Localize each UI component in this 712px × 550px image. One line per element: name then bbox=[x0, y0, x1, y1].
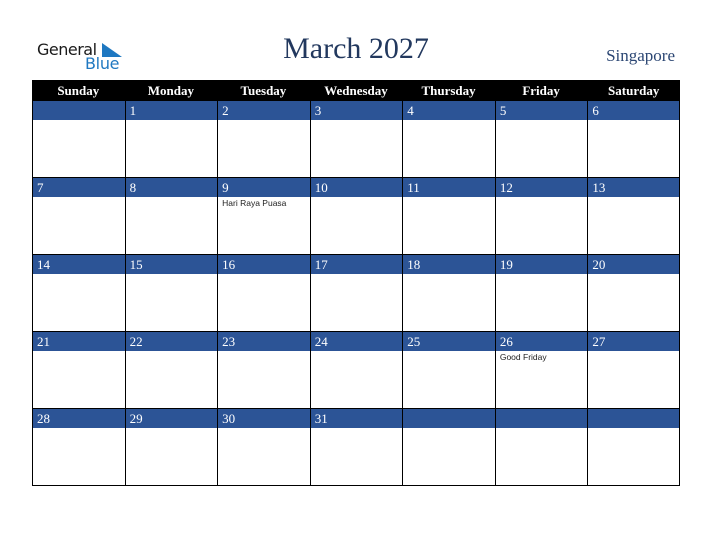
day-cell[interactable] bbox=[587, 409, 680, 486]
weekday-friday: Friday bbox=[522, 83, 560, 98]
day-number bbox=[403, 409, 495, 428]
day-cell[interactable]: 27 bbox=[587, 332, 680, 409]
day-cell[interactable] bbox=[402, 409, 495, 486]
day-cell[interactable]: 16 bbox=[217, 255, 310, 332]
calendar-grid: Sunday Monday Tuesday Wednesday Thursday Frid… bbox=[32, 80, 680, 486]
weekday-header-row: Sunday Monday Tuesday Wednesday Thursday Frid… bbox=[32, 80, 680, 101]
day-number: 25 bbox=[403, 332, 495, 351]
week-row: 14 15 16 17 18 19 20 bbox=[32, 255, 680, 332]
day-number: 21 bbox=[33, 332, 125, 351]
country-label: Singapore bbox=[606, 46, 675, 65]
day-number: 11 bbox=[403, 178, 495, 197]
day-cell[interactable]: 10 bbox=[309, 178, 403, 255]
day-number: 30 bbox=[218, 409, 310, 428]
day-cell[interactable]: 14 bbox=[32, 255, 125, 332]
day-cell[interactable]: 11 bbox=[402, 178, 495, 255]
weekday-saturday: Saturday bbox=[608, 83, 660, 98]
day-cell[interactable]: 8 bbox=[124, 178, 218, 255]
day-cell[interactable]: 9 Hari Raya Puasa bbox=[217, 178, 310, 255]
day-number: 7 bbox=[33, 178, 125, 197]
week-row: 123456 bbox=[32, 101, 680, 178]
day-number: 1 bbox=[125, 101, 218, 120]
day-cell[interactable]: 20 bbox=[587, 255, 680, 332]
day-number: 27 bbox=[588, 332, 679, 351]
day-number: 5 bbox=[495, 101, 588, 120]
weekday-sunday: Sunday bbox=[57, 83, 100, 98]
day-cell[interactable]: 18 bbox=[402, 255, 495, 332]
day-number: 23 bbox=[218, 332, 310, 351]
day-number: 22 bbox=[125, 332, 218, 351]
day-number: 24 bbox=[310, 332, 403, 351]
day-cell[interactable]: 1 bbox=[124, 101, 218, 178]
calendar-weeks: 1 2 3 4 5 6 7 8 9 Hari Raya Puasa 10 11 12 13 14 15 16 17… bbox=[32, 101, 680, 486]
day-number: 6 bbox=[588, 101, 679, 120]
day-cell[interactable]: 17 bbox=[309, 255, 403, 332]
day-cell[interactable]: 2 bbox=[217, 101, 310, 178]
day-cell[interactable]: 28 bbox=[32, 409, 125, 486]
day-cell[interactable]: 19 bbox=[494, 255, 588, 332]
day-cell[interactable]: 22 bbox=[124, 332, 218, 409]
week-row: 28 29 30 31 bbox=[32, 409, 680, 486]
day-number: 9 bbox=[218, 178, 310, 197]
week-row: 7 8 9 Hari Raya Puasa 10 11 12 13 bbox=[32, 178, 680, 255]
day-cell[interactable]: 7 bbox=[32, 178, 125, 255]
day-number: 4 bbox=[403, 101, 495, 120]
day-cell[interactable]: 23 bbox=[217, 332, 310, 409]
day-number: 12 bbox=[495, 178, 588, 197]
day-number: 31 bbox=[310, 409, 403, 428]
day-cell[interactable] bbox=[494, 409, 588, 486]
day-number: 26 bbox=[495, 332, 588, 351]
day-cell[interactable]: 13 bbox=[587, 178, 680, 255]
day-number: 13 bbox=[588, 178, 679, 197]
day-cell[interactable]: 12 bbox=[494, 178, 588, 255]
day-cell[interactable]: 30 bbox=[217, 409, 310, 486]
day-cell[interactable]: 31 bbox=[309, 409, 403, 486]
holiday-label: Hari Raya Puasa bbox=[222, 198, 287, 208]
day-cell[interactable]: 26 Good Friday bbox=[494, 332, 588, 409]
day-number: 19 bbox=[495, 255, 588, 274]
day-number: 17 bbox=[310, 255, 403, 274]
day-cell[interactable]: 5 bbox=[494, 101, 588, 178]
day-cell[interactable]: 15 bbox=[124, 255, 218, 332]
day-cell[interactable]: 4 bbox=[402, 101, 495, 178]
day-number bbox=[495, 409, 588, 428]
day-number bbox=[33, 101, 125, 120]
day-number: 28 bbox=[33, 409, 125, 428]
day-cell[interactable]: 3 bbox=[309, 101, 403, 178]
day-number: 8 bbox=[125, 178, 218, 197]
day-number bbox=[588, 409, 679, 428]
day-number: 3 bbox=[310, 101, 403, 120]
day-number: 10 bbox=[310, 178, 403, 197]
day-number: 18 bbox=[403, 255, 495, 274]
weekday-monday: Monday bbox=[147, 83, 194, 98]
day-number: 29 bbox=[125, 409, 218, 428]
day-cell[interactable]: 6 bbox=[587, 101, 680, 178]
day-cell[interactable] bbox=[32, 101, 125, 178]
day-number: 14 bbox=[33, 255, 125, 274]
weekday-tuesday: Tuesday bbox=[240, 83, 287, 98]
day-number: 15 bbox=[125, 255, 218, 274]
weekday-thursday: Thursday bbox=[421, 83, 476, 98]
day-cell[interactable]: 24 bbox=[309, 332, 403, 409]
day-cell[interactable]: 21 bbox=[32, 332, 125, 409]
day-cell[interactable]: 25 bbox=[402, 332, 495, 409]
week-row: 21 22 23 24 25 26 Good Friday 27 bbox=[32, 332, 680, 409]
weekday-wednesday: Wednesday bbox=[324, 83, 388, 98]
day-cell[interactable]: 29 bbox=[124, 409, 218, 486]
day-number: 20 bbox=[588, 255, 679, 274]
day-number: 2 bbox=[218, 101, 310, 120]
day-number: 16 bbox=[218, 255, 310, 274]
holiday-label: Good Friday bbox=[499, 352, 547, 362]
